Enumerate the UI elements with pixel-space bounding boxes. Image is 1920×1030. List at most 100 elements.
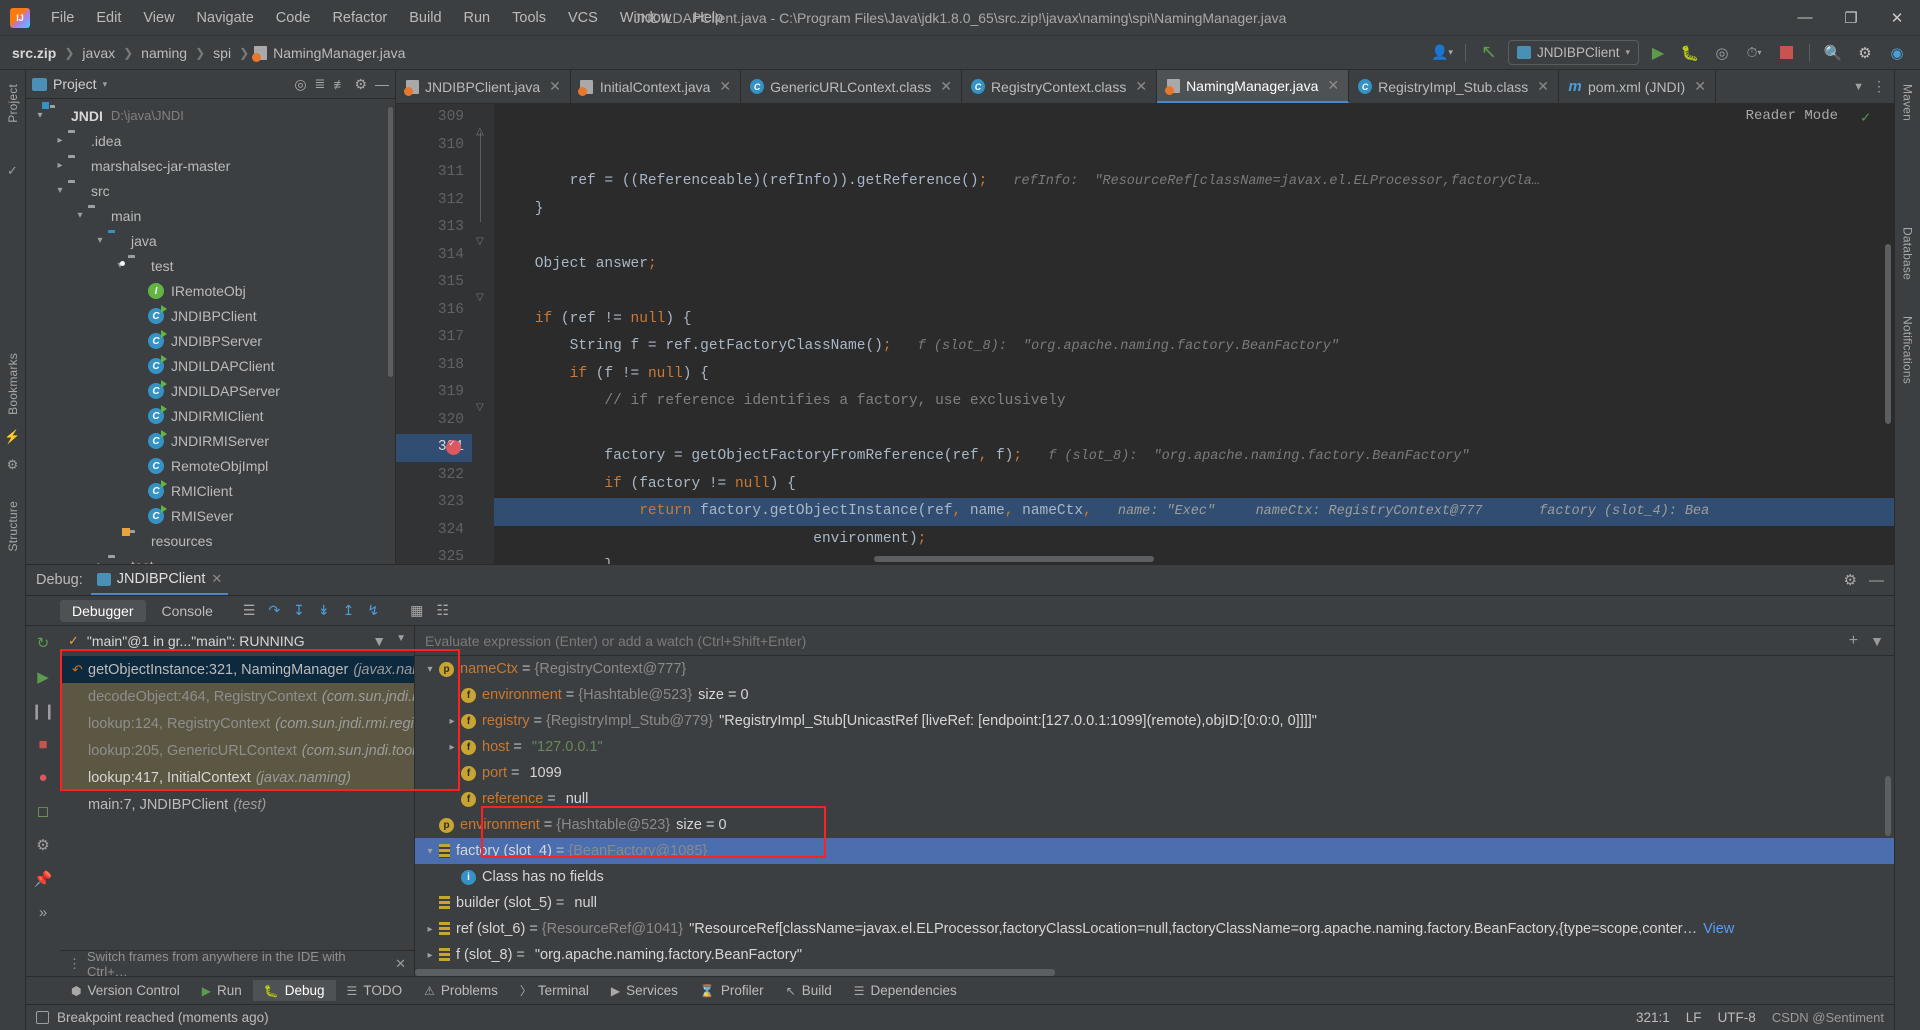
code-line[interactable]: } bbox=[494, 196, 1894, 224]
variable-row[interactable]: i Class has no fields bbox=[415, 864, 1894, 890]
code-line[interactable] bbox=[494, 278, 1894, 306]
step-into-icon[interactable]: ↧ bbox=[293, 602, 305, 619]
close-icon[interactable]: ✕ bbox=[1694, 78, 1706, 95]
breadcrumb-srczip[interactable]: src.zip bbox=[8, 43, 60, 63]
rail-structure[interactable]: Structure bbox=[6, 493, 20, 560]
pull-requests-icon[interactable]: ⚡ bbox=[4, 423, 20, 451]
editor-horizontal-scrollbar[interactable] bbox=[874, 556, 1154, 562]
chevron-down-icon[interactable]: ▼ bbox=[396, 633, 406, 649]
code-line[interactable]: // if reference identifies a factory, us… bbox=[494, 388, 1894, 416]
evaluate-expression-bar[interactable]: Evaluate expression (Enter) or add a wat… bbox=[415, 626, 1894, 656]
reader-mode-label[interactable]: Reader Mode bbox=[1746, 108, 1838, 124]
editor-tab-genericurlcontext-class[interactable]: C GenericURLContext.class ✕ bbox=[741, 70, 962, 103]
variable-row[interactable]: ▸ f (slot_8) = "org.apache.naming.factory.B… bbox=[415, 942, 1894, 968]
menu-run[interactable]: Run bbox=[453, 6, 502, 30]
fold-end-icon[interactable]: △ bbox=[476, 126, 484, 137]
evaluate-icon[interactable]: ▦ bbox=[410, 602, 423, 619]
chevron-right-icon[interactable]: ▸ bbox=[421, 950, 439, 961]
tree-node-jndildapserver[interactable]: C JNDILDAPServer bbox=[26, 378, 395, 403]
variable-row[interactable]: f port = 1099 bbox=[415, 760, 1894, 786]
layout-settings-icon[interactable]: ☷ bbox=[436, 602, 449, 619]
chevron-down-icon[interactable]: ▾ bbox=[52, 185, 68, 196]
tree-node-jndirmiserver[interactable]: C JNDIRMIServer bbox=[26, 428, 395, 453]
stack-frame-row[interactable]: lookup:124, RegistryContext (com.sun.jndi… bbox=[60, 710, 414, 737]
tool-window-button-debug[interactable]: 🐛 Debug bbox=[252, 980, 336, 1001]
code-line[interactable]: Object answer; bbox=[494, 251, 1894, 279]
code-line[interactable] bbox=[494, 223, 1894, 251]
fold-start-icon[interactable]: ▽ bbox=[476, 292, 484, 303]
tool-window-button-build[interactable]: ↖ Build bbox=[775, 980, 843, 1001]
chevron-down-icon[interactable]: ▾ bbox=[92, 235, 108, 246]
run-icon[interactable]: ▶ bbox=[1645, 40, 1671, 66]
code-view[interactable]: Reader Mode ✓ ref = ((Referenceable)(ref… bbox=[494, 104, 1894, 564]
chevron-right-icon[interactable]: ▸ bbox=[443, 716, 461, 727]
code-line[interactable]: } bbox=[494, 553, 1894, 564]
breadcrumb-naming[interactable]: naming bbox=[137, 43, 191, 63]
tree-node-jndi[interactable]: ▾ JNDI D:\java\JNDI bbox=[26, 103, 395, 128]
close-icon[interactable]: ✕ bbox=[940, 78, 952, 95]
close-icon[interactable]: ✕ bbox=[1537, 78, 1549, 95]
tree-node-resources[interactable]: resources bbox=[26, 528, 395, 553]
fold-start-icon[interactable]: ▽ bbox=[476, 236, 484, 247]
tab-debugger[interactable]: Debugger bbox=[60, 599, 146, 622]
code-line[interactable]: return factory.getObjectInstance(ref, na… bbox=[494, 498, 1894, 526]
stack-frame-row[interactable]: main:7, JNDIBPClient (test) bbox=[60, 791, 414, 818]
tool-window-button-todo[interactable]: ☰ TODO bbox=[336, 980, 414, 1001]
chevron-down-icon[interactable]: ▼ bbox=[1862, 633, 1884, 649]
variable-row[interactable]: ▾ factory (slot_4) = {BeanFactory@1085} bbox=[415, 838, 1894, 864]
variables-vertical-scrollbar[interactable] bbox=[1885, 776, 1891, 836]
breadcrumb-spi[interactable]: spi bbox=[209, 43, 235, 63]
chevron-down-icon[interactable]: ▾ bbox=[72, 210, 88, 221]
line-separator[interactable]: LF bbox=[1686, 1010, 1702, 1025]
pin-icon[interactable]: 📌 bbox=[34, 870, 53, 888]
stop-session-icon[interactable]: ■ bbox=[38, 736, 47, 753]
coverage-icon[interactable]: ◎ bbox=[1709, 40, 1735, 66]
code-line[interactable] bbox=[494, 416, 1894, 444]
menu-edit[interactable]: Edit bbox=[85, 6, 132, 30]
menu-refactor[interactable]: Refactor bbox=[321, 6, 398, 30]
variable-row[interactable]: p environment = {Hashtable@523} size = 0 bbox=[415, 812, 1894, 838]
stack-frame-row[interactable]: lookup:417, InitialContext (javax.naming) bbox=[60, 764, 414, 791]
variable-row[interactable]: builder (slot_5) = null bbox=[415, 890, 1894, 916]
editor-tab-registrycontext-class[interactable]: C RegistryContext.class ✕ bbox=[962, 70, 1158, 103]
tree-node-src[interactable]: ▾ src bbox=[26, 178, 395, 203]
close-icon[interactable]: ✕ bbox=[1135, 78, 1147, 95]
tree-node-iremoteobj[interactable]: I IRemoteObj bbox=[26, 278, 395, 303]
view-breakpoints-icon[interactable]: ● bbox=[38, 769, 47, 786]
frames-list[interactable]: ↶ getObjectInstance:321, NamingManager (ja… bbox=[60, 656, 414, 950]
variable-row[interactable]: f reference = null bbox=[415, 786, 1894, 812]
file-encoding[interactable]: UTF-8 bbox=[1718, 1010, 1756, 1025]
collapse-all-icon[interactable]: ≢ bbox=[333, 77, 346, 92]
fold-column[interactable]: △ ▽ ▽ ▽ bbox=[472, 104, 494, 564]
tree-node-test[interactable]: ▾ test bbox=[26, 253, 395, 278]
menu-vcs[interactable]: VCS bbox=[557, 6, 609, 30]
code-line[interactable]: environment); bbox=[494, 526, 1894, 554]
stop-icon[interactable] bbox=[1773, 40, 1799, 66]
code-line[interactable]: if (f != null) { bbox=[494, 361, 1894, 389]
editor-tab-pom-xml-jndi-[interactable]: m pom.xml (JNDI) ✕ bbox=[1559, 70, 1716, 103]
expand-all-icon[interactable]: ≣ bbox=[315, 76, 326, 92]
commit-icon[interactable]: ✓ bbox=[7, 157, 18, 185]
tree-node-jndirmiclient[interactable]: C JNDIRMIClient bbox=[26, 403, 395, 428]
hide-icon[interactable]: — bbox=[375, 76, 389, 92]
tree-node--idea[interactable]: ▸ .idea bbox=[26, 128, 395, 153]
close-button[interactable]: ✕ bbox=[1874, 0, 1920, 36]
close-icon[interactable]: ✕ bbox=[1327, 77, 1339, 94]
filter-icon[interactable]: ▼ bbox=[372, 633, 386, 649]
tool-window-button-version-control[interactable]: ⬢ Version Control bbox=[60, 980, 191, 1001]
run-to-cursor-icon[interactable]: ↯ bbox=[367, 602, 379, 619]
tool-window-button-run[interactable]: ▶ Run bbox=[191, 980, 253, 1001]
fold-start-icon[interactable]: ▽ bbox=[476, 402, 484, 413]
menu-code[interactable]: Code bbox=[265, 6, 322, 30]
tool-window-button-dependencies[interactable]: ☰ Dependencies bbox=[843, 980, 968, 1001]
editor-tab-namingmanager-java[interactable]: NamingManager.java ✕ bbox=[1157, 70, 1350, 103]
close-icon[interactable]: ✕ bbox=[211, 571, 222, 587]
tree-node-remoteobjimpl[interactable]: C RemoteObjImpl bbox=[26, 453, 395, 478]
tab-console[interactable]: Console bbox=[150, 600, 225, 622]
code-line[interactable]: if (ref != null) { bbox=[494, 306, 1894, 334]
project-tree-scrollbar[interactable] bbox=[388, 107, 393, 378]
chevron-right-icon[interactable]: ▸ bbox=[92, 560, 108, 564]
gear-icon[interactable]: ⚙ bbox=[1844, 571, 1857, 589]
close-icon[interactable]: ✕ bbox=[549, 78, 561, 95]
resume-program-icon[interactable]: ▶ bbox=[37, 668, 49, 686]
